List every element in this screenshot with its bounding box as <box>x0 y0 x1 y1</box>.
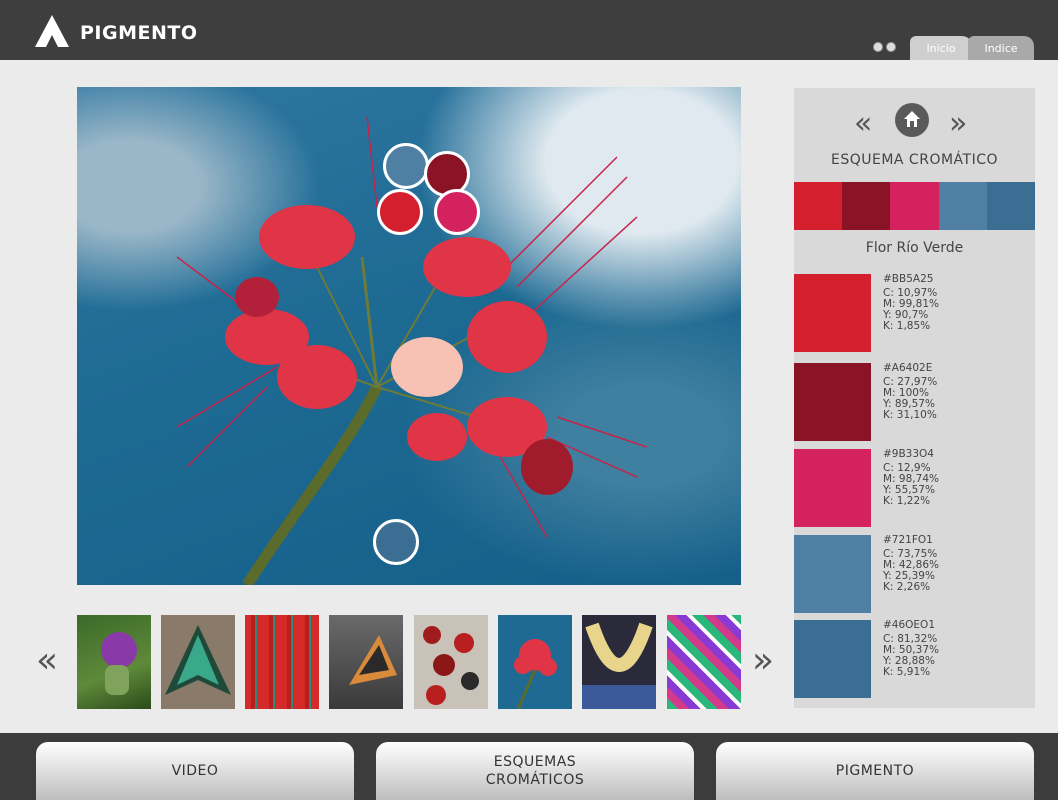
scheme-color-1 <box>794 182 843 230</box>
color-schemes-button[interactable]: ESQUEMAS CROMÁTICOS <box>376 742 694 800</box>
swatch-black: K: 2,26% <box>883 581 931 593</box>
swatch-hex: #A6402E <box>883 362 933 374</box>
flower-icon <box>514 639 557 709</box>
scheme-color-4 <box>938 182 987 230</box>
footer-bar: VIDEO ESQUEMAS CROMÁTICOS PIGMENTO <box>0 733 1058 800</box>
thumbnail-woven-bag[interactable] <box>667 615 741 709</box>
color-picker-red[interactable] <box>377 189 423 235</box>
tab-indice[interactable]: Indice <box>968 36 1034 60</box>
swatch-hex: #BB5A25 <box>883 273 934 285</box>
scheme-title: ESQUEMA CROMÁTICO <box>830 152 999 168</box>
brand-name: PIGMENTO <box>80 22 198 44</box>
scheme-color-3 <box>890 182 939 230</box>
color-picker-steel-blue[interactable] <box>373 519 419 565</box>
main-photo <box>77 87 741 585</box>
swatch-hex: #721FO1 <box>883 534 933 546</box>
swatch-hex: #46OEO1 <box>883 619 936 631</box>
pigmento-logo-icon <box>35 15 69 47</box>
swatch-info: #A6402E C: 27,97% M: 100% Y: 89,57% K: 3… <box>883 363 937 421</box>
color-scheme-panel: « » ESQUEMA CROMÁTICO Flor Río Verde #BB… <box>794 88 1036 708</box>
settings-icon[interactable] <box>873 42 883 52</box>
swatch-color <box>794 274 871 352</box>
thumbnail-threads[interactable] <box>245 615 319 709</box>
swatch-info: #9B33O4 C: 12,9% M: 98,74% Y: 55,57% K: … <box>883 449 939 507</box>
moth-icon <box>165 625 231 695</box>
swatch-color <box>794 535 871 613</box>
app-header: PIGMENTO Inicio Indice <box>0 0 1058 60</box>
color-picker-pink[interactable] <box>434 189 480 235</box>
thumbnail-seed-necklace[interactable] <box>414 615 488 709</box>
color-schemes-button-label: ESQUEMAS CROMÁTICOS <box>485 754 585 788</box>
photo-name: Flor Río Verde <box>865 240 964 256</box>
swatch-color <box>794 620 871 698</box>
swatch-info: #BB5A25 C: 10,97% M: 99,81% Y: 90,7% K: … <box>883 274 939 332</box>
swatch-info: #46OEO1 C: 81,32% M: 50,37% Y: 28,88% K:… <box>883 620 939 678</box>
swatch-color <box>794 363 871 441</box>
swatch-black: K: 1,85% <box>883 320 931 332</box>
thistle-icon <box>101 632 137 695</box>
swatch-info: #721FO1 C: 73,75% M: 42,86% Y: 25,39% K:… <box>883 535 939 593</box>
pigmento-button[interactable]: PIGMENTO <box>716 742 1034 800</box>
thumbnail-butterfly[interactable] <box>329 615 403 709</box>
home-icon <box>904 111 920 127</box>
video-button[interactable]: VIDEO <box>36 742 354 800</box>
home-button[interactable] <box>895 103 929 137</box>
swatch-black: K: 1,22% <box>883 495 931 507</box>
previous-arrow-icon[interactable]: « <box>854 109 872 139</box>
thumbnail-beaded-necklace[interactable] <box>582 615 656 709</box>
color-picker-blue[interactable] <box>383 143 429 189</box>
sound-icon[interactable] <box>886 42 896 52</box>
thumbnail-moth[interactable] <box>161 615 235 709</box>
swatch-hex: #9B33O4 <box>883 448 934 460</box>
scheme-color-5 <box>986 182 1036 230</box>
pigmento-button-label: PIGMENTO <box>835 763 915 779</box>
header-icons <box>873 42 896 52</box>
thumbnail-flower[interactable] <box>498 615 572 709</box>
seed-necklace-icon <box>423 626 479 705</box>
scheme-color-2 <box>842 182 891 230</box>
tab-inicio[interactable]: Inicio <box>910 36 972 60</box>
video-button-label: VIDEO <box>171 763 219 779</box>
thumbnails-prev-arrow-icon[interactable]: « <box>36 640 58 681</box>
butterfly-icon <box>349 635 397 685</box>
swatch-black: K: 5,91% <box>883 666 931 678</box>
swatch-black: K: 31,10% <box>883 409 937 421</box>
scheme-color-bar <box>794 182 1036 230</box>
thumbnail-thistle[interactable] <box>77 615 151 709</box>
beaded-necklace-icon <box>582 622 656 709</box>
swatch-color <box>794 449 871 527</box>
thumbnails-next-arrow-icon[interactable]: » <box>752 640 774 681</box>
next-arrow-icon[interactable]: » <box>949 109 967 139</box>
